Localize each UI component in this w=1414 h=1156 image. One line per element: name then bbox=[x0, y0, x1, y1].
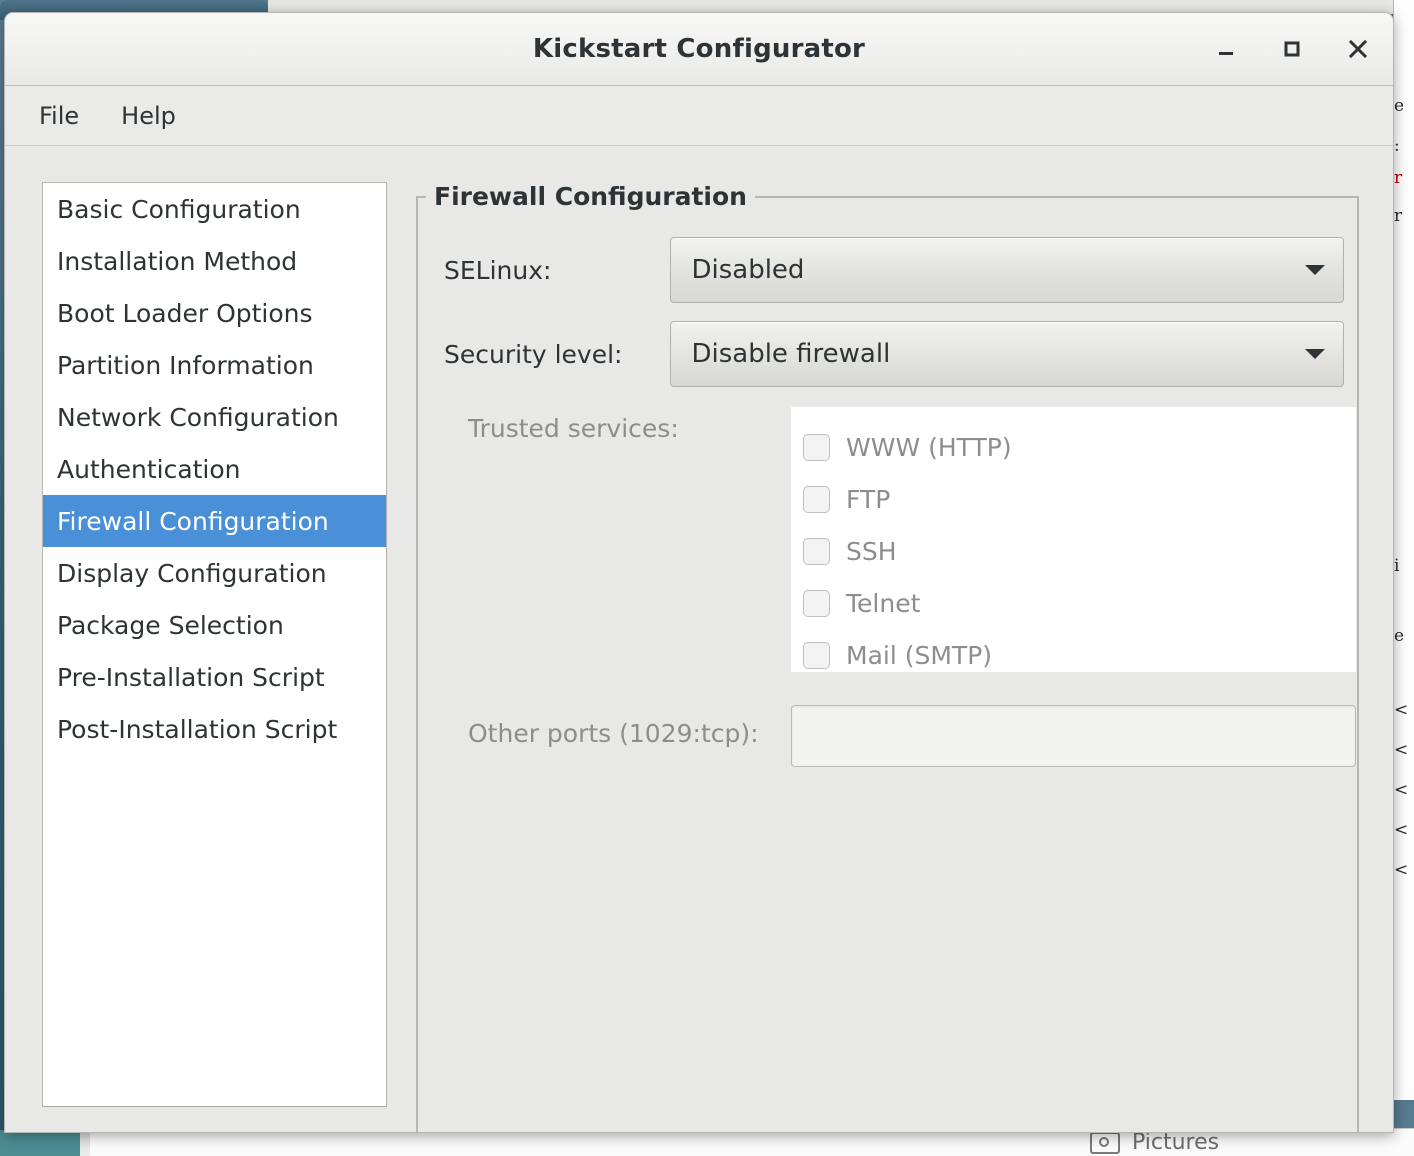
window-title: Kickstart Configurator bbox=[532, 34, 866, 64]
section-list[interactable]: Basic Configuration Installation Method … bbox=[42, 182, 387, 1107]
maximize-button[interactable] bbox=[1277, 34, 1307, 64]
checkbox-ssh[interactable] bbox=[803, 537, 830, 565]
trusted-service-ftp[interactable]: FTP bbox=[791, 473, 1356, 525]
close-button[interactable] bbox=[1343, 34, 1373, 64]
trusted-service-mail-smtp[interactable]: Mail (SMTP) bbox=[791, 629, 1356, 672]
desktop-background: e : r r i e < < < < < Pictures Kickstart… bbox=[0, 0, 1414, 1156]
sidebar-item-boot-loader-options[interactable]: Boot Loader Options bbox=[43, 287, 386, 339]
sidebar-item-partition-information[interactable]: Partition Information bbox=[43, 339, 386, 391]
chevron-down-icon bbox=[1287, 263, 1343, 277]
trusted-service-label: Telnet bbox=[846, 588, 921, 618]
other-ports-row: Other ports (1029:tcp): bbox=[468, 719, 759, 748]
trusted-service-label: WWW (HTTP) bbox=[846, 432, 1012, 462]
selinux-value: Disabled bbox=[691, 255, 805, 285]
trusted-service-label: SSH bbox=[846, 536, 897, 566]
trusted-services-label: Trusted services: bbox=[468, 414, 679, 443]
firewall-configuration-panel: Firewall Configuration SELinux: Disabled… bbox=[416, 182, 1359, 1132]
sidebar-item-display-configuration[interactable]: Display Configuration bbox=[43, 547, 386, 599]
selinux-dropdown[interactable]: Disabled bbox=[670, 237, 1344, 303]
selinux-label: SELinux: bbox=[444, 255, 552, 285]
menu-bar: File Help bbox=[5, 86, 1393, 146]
checkbox-telnet[interactable] bbox=[803, 589, 830, 617]
trusted-services-row: Trusted services: bbox=[468, 414, 679, 443]
trusted-service-telnet[interactable]: Telnet bbox=[791, 577, 1356, 629]
sidebar-item-basic-configuration[interactable]: Basic Configuration bbox=[43, 183, 386, 235]
menu-item-file[interactable]: File bbox=[23, 96, 95, 136]
other-ports-label: Other ports (1029:tcp): bbox=[468, 719, 759, 748]
sidebar-item-post-installation-script[interactable]: Post-Installation Script bbox=[43, 703, 386, 755]
group-frame-title: Firewall Configuration bbox=[426, 182, 755, 211]
trusted-service-label: FTP bbox=[846, 484, 891, 514]
checkbox-ftp[interactable] bbox=[803, 485, 830, 513]
trusted-services-list[interactable]: WWW (HTTP) FTP SSH Telnet Mail (SMTP) bbox=[791, 407, 1356, 672]
security-level-value: Disable firewall bbox=[691, 339, 891, 369]
sidebar-item-authentication[interactable]: Authentication bbox=[43, 443, 386, 495]
camera-icon bbox=[1090, 1131, 1120, 1154]
other-ports-field[interactable] bbox=[791, 705, 1356, 767]
pictures-label: Pictures bbox=[1132, 1130, 1220, 1155]
background-window-right-edge: e : r r i e < < < < < bbox=[1393, 0, 1414, 1100]
window-controls bbox=[1211, 13, 1373, 85]
minimize-button[interactable] bbox=[1211, 34, 1241, 64]
trusted-service-label: Mail (SMTP) bbox=[846, 640, 993, 670]
trusted-service-www-http[interactable]: WWW (HTTP) bbox=[791, 421, 1356, 473]
checkbox-mail-smtp[interactable] bbox=[803, 641, 830, 669]
menu-item-help[interactable]: Help bbox=[105, 96, 192, 136]
kickstart-configurator-window: Kickstart Configurator File Help Basic C… bbox=[4, 12, 1394, 1133]
selinux-row: SELinux: Disabled bbox=[444, 237, 1344, 303]
sidebar-item-firewall-configuration[interactable]: Firewall Configuration bbox=[43, 495, 386, 547]
sidebar-item-network-configuration[interactable]: Network Configuration bbox=[43, 391, 386, 443]
sidebar-item-package-selection[interactable]: Package Selection bbox=[43, 599, 386, 651]
title-bar: Kickstart Configurator bbox=[5, 13, 1393, 86]
security-level-dropdown[interactable]: Disable firewall bbox=[670, 321, 1344, 387]
security-level-label: Security level: bbox=[444, 339, 623, 369]
checkbox-www-http[interactable] bbox=[803, 433, 830, 461]
trusted-service-ssh[interactable]: SSH bbox=[791, 525, 1356, 577]
sidebar-item-pre-installation-script[interactable]: Pre-Installation Script bbox=[43, 651, 386, 703]
security-level-row: Security level: Disable firewall bbox=[444, 321, 1344, 387]
chevron-down-icon bbox=[1287, 347, 1343, 361]
sidebar-item-installation-method[interactable]: Installation Method bbox=[43, 235, 386, 287]
other-ports-input[interactable] bbox=[792, 706, 1355, 766]
window-content: Basic Configuration Installation Method … bbox=[5, 146, 1393, 1132]
background-taskbar-accent bbox=[0, 1130, 80, 1156]
